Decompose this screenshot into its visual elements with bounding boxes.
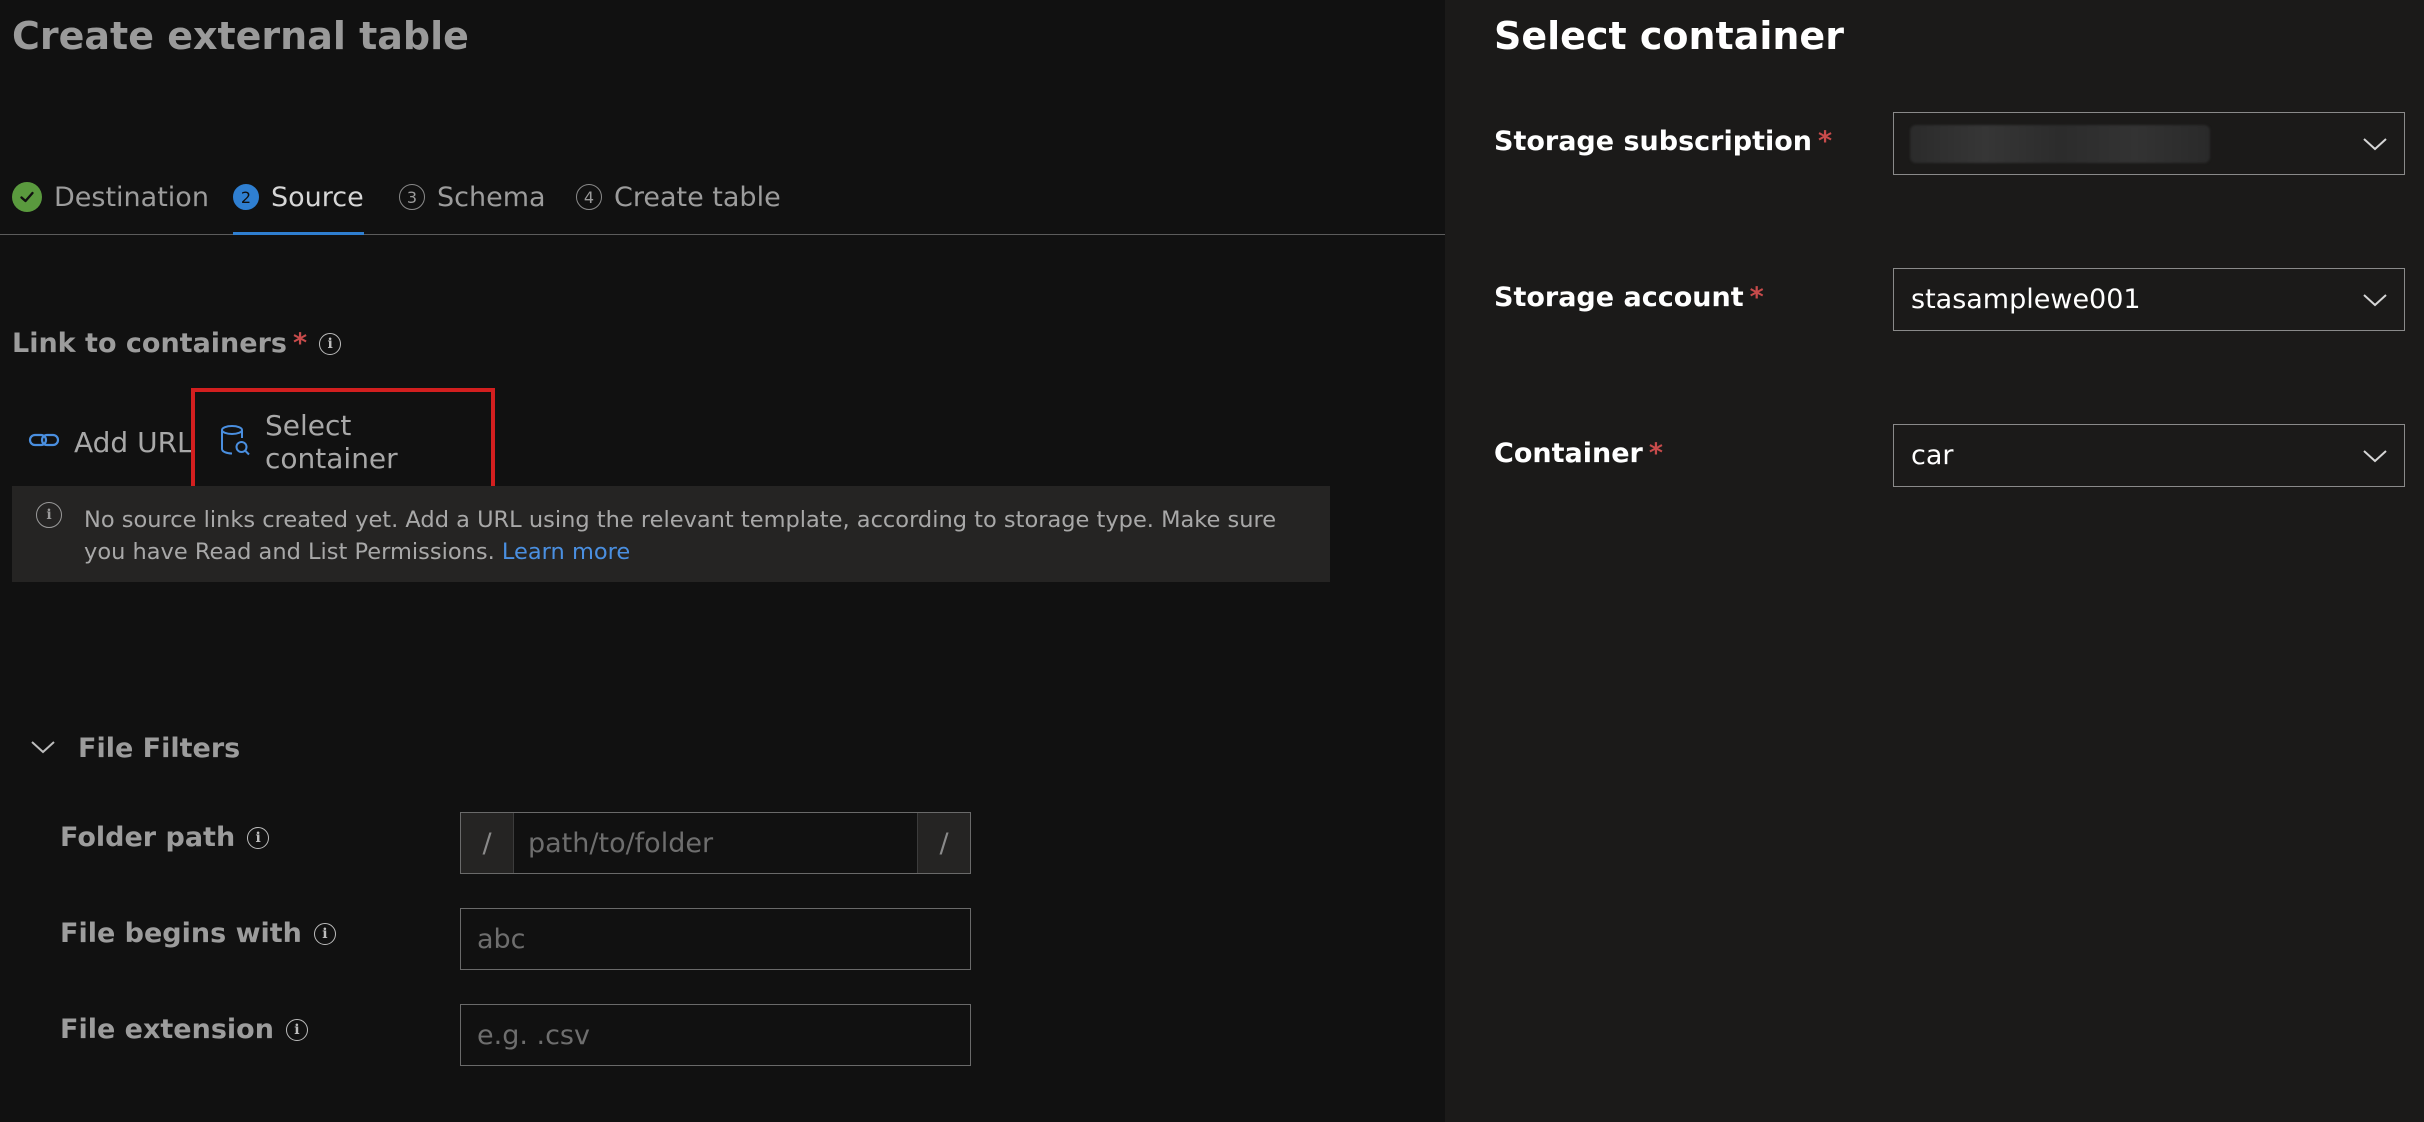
container-icon — [219, 423, 251, 461]
required-mark: * — [292, 328, 308, 359]
step-label: Create table — [614, 181, 781, 213]
info-icon[interactable]: i — [247, 826, 270, 849]
container-label: Container * — [1494, 438, 1663, 469]
link-to-containers-label: Link to containers * i — [12, 328, 342, 359]
add-url-label: Add URL — [74, 425, 193, 459]
container-dropdown[interactable]: car — [1893, 424, 2405, 487]
storage-subscription-text: Storage subscription — [1494, 126, 1813, 157]
info-icon: i — [36, 502, 62, 528]
file-begins-with-input[interactable] — [460, 908, 971, 970]
select-container-label: Select container — [265, 409, 398, 475]
add-url-button[interactable]: Add URL — [28, 388, 193, 496]
info-message-bar: i No source links created yet. Add a URL… — [12, 486, 1330, 582]
file-begins-with-text: File begins with — [60, 918, 302, 949]
folder-path-text: Folder path — [60, 822, 236, 853]
link-to-containers-text: Link to containers — [12, 328, 287, 359]
info-message: No source links created yet. Add a URL u… — [84, 504, 1314, 568]
storage-subscription-dropdown[interactable] — [1893, 112, 2405, 175]
dropdown-value: car — [1911, 440, 1954, 471]
file-filters-label: File Filters — [78, 733, 241, 764]
step-number: 3 — [399, 184, 425, 210]
create-external-table-page: Create external table Destination 2 Sour… — [0, 0, 1445, 1122]
info-icon[interactable]: i — [313, 922, 336, 945]
storage-account-label: Storage account * — [1494, 282, 1764, 313]
step-schema[interactable]: 3 Schema — [399, 160, 546, 234]
select-container-button[interactable]: Select container — [191, 388, 495, 496]
required-mark: * — [1749, 282, 1764, 313]
file-extension-input[interactable] — [460, 1004, 971, 1066]
step-create-table[interactable]: 4 Create table — [576, 160, 781, 234]
wizard-steps: Destination 2 Source 3 Schema 4 Create t… — [0, 160, 1445, 235]
path-suffix: / — [917, 813, 970, 873]
info-icon[interactable]: i — [285, 1018, 308, 1041]
container-text: Container — [1494, 438, 1643, 469]
select-container-panel: Select container Storage subscription * S… — [1445, 0, 2424, 1122]
chevron-down-icon — [2362, 292, 2388, 308]
file-filters-toggle[interactable]: File Filters — [30, 733, 240, 764]
file-extension-label: File extension i — [60, 1014, 308, 1045]
folder-path-field: / / — [460, 812, 971, 874]
folder-path-label: Folder path i — [60, 822, 270, 853]
step-label: Source — [271, 181, 364, 213]
step-destination[interactable]: Destination — [12, 160, 209, 234]
required-mark: * — [1648, 438, 1663, 469]
step-label: Destination — [54, 181, 209, 213]
storage-subscription-label: Storage subscription * — [1494, 126, 1832, 157]
step-label: Schema — [437, 181, 546, 213]
file-extension-text: File extension — [60, 1014, 274, 1045]
learn-more-link[interactable]: Learn more — [502, 539, 630, 565]
chevron-down-icon — [30, 739, 56, 759]
step-number: 2 — [233, 184, 259, 210]
storage-account-text: Storage account — [1494, 282, 1744, 313]
info-icon[interactable]: i — [319, 332, 342, 355]
step-source[interactable]: 2 Source — [233, 160, 364, 235]
folder-path-input[interactable] — [514, 813, 917, 873]
chevron-down-icon — [2362, 448, 2388, 464]
required-mark: * — [1818, 126, 1833, 157]
chevron-down-icon — [2362, 136, 2388, 152]
page-title: Create external table — [12, 14, 469, 58]
link-icon — [28, 426, 60, 458]
file-begins-with-label: File begins with i — [60, 918, 336, 949]
dropdown-value: stasamplewe001 — [1911, 284, 2141, 315]
storage-account-dropdown[interactable]: stasamplewe001 — [1893, 268, 2405, 331]
step-number: 4 — [576, 184, 602, 210]
info-message-text: No source links created yet. Add a URL u… — [84, 507, 1277, 565]
redacted-subscription-value — [1910, 124, 2210, 163]
path-prefix: / — [461, 813, 514, 873]
panel-title: Select container — [1494, 14, 1844, 58]
check-icon — [12, 182, 42, 212]
